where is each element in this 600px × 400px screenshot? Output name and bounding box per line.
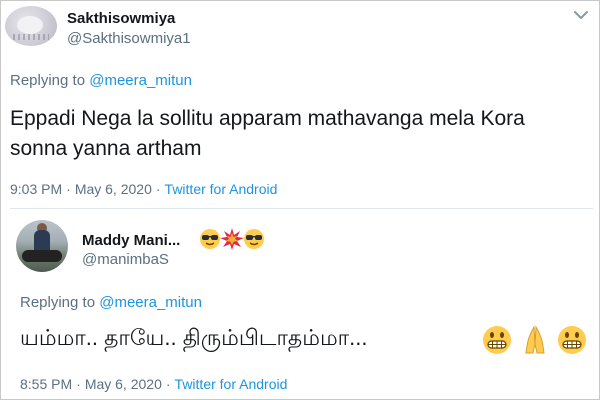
tweet-card[interactable]: Maddy Mani... @manimbaS Replying to @mee… bbox=[0, 210, 600, 400]
sunglasses-face-icon bbox=[200, 229, 220, 249]
text-emojis bbox=[483, 325, 586, 354]
replying-to-label: Replying to bbox=[20, 294, 96, 311]
tweet-card[interactable]: Sakthisowmiya @Sakthisowmiya1 Replying t… bbox=[0, 0, 600, 210]
folded-hands-icon bbox=[525, 325, 545, 354]
chevron-down-icon[interactable] bbox=[570, 6, 592, 24]
tweet-date[interactable]: May 6, 2020 bbox=[75, 181, 152, 197]
tweet-source[interactable]: Twitter for Android bbox=[175, 376, 288, 392]
tweet-date[interactable]: May 6, 2020 bbox=[85, 376, 162, 392]
avatar[interactable] bbox=[16, 220, 68, 272]
replying-to-mention[interactable]: @meera_mitun bbox=[99, 294, 202, 311]
tweet-text: யம்மா.. தாயே.. திரும்பிடாதம்மா... bbox=[20, 325, 368, 350]
meta-separator: · bbox=[76, 376, 81, 392]
meta-separator: · bbox=[66, 181, 71, 197]
display-name[interactable]: Sakthisowmiya bbox=[67, 10, 175, 27]
replying-to-line: Replying to @meera_mitun bbox=[20, 294, 202, 311]
avatar[interactable] bbox=[5, 6, 57, 46]
sunglasses-face-icon bbox=[244, 229, 264, 249]
user-handle[interactable]: @Sakthisowmiya1 bbox=[67, 30, 191, 47]
tweet-time[interactable]: 9:03 PM bbox=[10, 181, 62, 197]
tweet-text: Eppadi Nega la sollitu apparam mathavang… bbox=[10, 107, 525, 160]
tweet-meta: 9:03 PM · May 6, 2020 · Twitter for Android bbox=[10, 181, 277, 197]
avatar-bike bbox=[22, 250, 62, 262]
tweet-time[interactable]: 8:55 PM bbox=[20, 376, 72, 392]
meta-separator: · bbox=[165, 376, 171, 392]
avatar-highlight bbox=[17, 16, 43, 34]
user-handle[interactable]: @manimbaS bbox=[82, 251, 169, 268]
tweet-meta: 8:55 PM · May 6, 2020 · Twitter for Android bbox=[20, 376, 287, 392]
display-name[interactable]: Maddy Mani... bbox=[82, 232, 180, 249]
tweet-source[interactable]: Twitter for Android bbox=[165, 181, 278, 197]
grimacing-face-icon bbox=[483, 326, 511, 354]
replying-to-label: Replying to bbox=[10, 72, 86, 89]
replying-to-line: Replying to @meera_mitun bbox=[10, 72, 192, 89]
name-emojis bbox=[200, 228, 264, 250]
grimacing-face-icon bbox=[558, 326, 586, 354]
avatar-body bbox=[34, 230, 50, 252]
collision-icon bbox=[220, 228, 244, 250]
avatar-pattern bbox=[13, 34, 49, 40]
divider bbox=[10, 208, 593, 209]
meta-separator: · bbox=[155, 181, 161, 197]
replying-to-mention[interactable]: @meera_mitun bbox=[89, 72, 192, 89]
